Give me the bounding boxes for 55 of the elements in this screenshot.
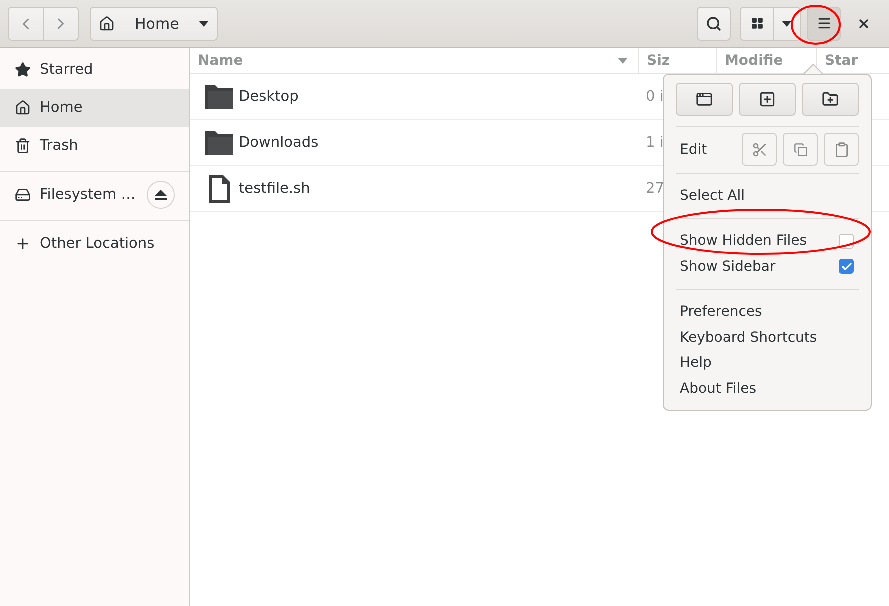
cut-button[interactable] xyxy=(742,133,777,166)
search-icon xyxy=(706,16,722,32)
annotation-ellipse xyxy=(790,4,842,46)
sidebar-item[interactable]: Filesystem … xyxy=(0,176,189,214)
edit-label: Edit xyxy=(679,142,708,158)
check-icon xyxy=(840,260,852,273)
trash-icon xyxy=(15,138,31,154)
file-name: Downloads xyxy=(239,134,319,150)
copy-icon xyxy=(794,142,808,157)
sidebar-item[interactable]: Starred xyxy=(0,51,189,89)
new-window-button[interactable] xyxy=(676,83,733,116)
caret-icon xyxy=(782,20,792,26)
eject-button[interactable] xyxy=(147,181,175,209)
file-name: Desktop xyxy=(239,88,299,104)
menu-item[interactable]: Help xyxy=(676,350,859,376)
copy-button[interactable] xyxy=(783,133,818,166)
star-icon xyxy=(15,62,31,78)
eject-icon xyxy=(155,190,167,200)
clipboard-icon xyxy=(834,142,850,158)
menu-icon xyxy=(816,16,832,31)
size-cell: 1 i xyxy=(646,134,664,150)
view-options-button[interactable] xyxy=(774,6,801,40)
menu-item[interactable]: Keyboard Shortcuts xyxy=(676,324,859,350)
menu-item[interactable]: About Files xyxy=(676,376,859,402)
menu-button[interactable] xyxy=(807,6,841,40)
menu-item[interactable]: Preferences xyxy=(676,298,859,325)
sidebar-item[interactable]: Other Locations xyxy=(0,225,189,263)
file-name: testfile.sh xyxy=(239,180,310,196)
new-folder-button[interactable] xyxy=(802,83,859,116)
caret-icon xyxy=(199,20,210,26)
path-button[interactable]: Home xyxy=(90,6,218,40)
close-icon xyxy=(857,16,871,30)
home-icon xyxy=(99,16,115,32)
plus-icon xyxy=(15,236,31,252)
search-button[interactable] xyxy=(697,6,731,40)
sort-caret-icon xyxy=(618,58,628,64)
scissors-icon xyxy=(752,142,768,158)
add-icon xyxy=(759,91,776,108)
folder-plus-icon xyxy=(822,91,839,108)
checkbox[interactable] xyxy=(839,259,854,274)
new-tab-button[interactable] xyxy=(739,83,796,116)
menu-item[interactable]: Select All xyxy=(676,184,859,210)
home-icon xyxy=(15,100,31,116)
drive-icon xyxy=(15,187,31,203)
paste-button[interactable] xyxy=(824,133,859,166)
folder-icon xyxy=(203,82,235,110)
view-button[interactable] xyxy=(740,6,774,40)
size-cell: 0 i xyxy=(646,88,664,104)
window-icon xyxy=(696,91,713,108)
sidebar-item[interactable]: Home xyxy=(0,89,189,127)
size-cell: 27 xyxy=(646,180,664,196)
sidebar-item[interactable]: Trash xyxy=(0,127,189,165)
menu-check-item[interactable]: Show Sidebar xyxy=(676,254,859,280)
grid-icon xyxy=(750,17,764,30)
folder-icon xyxy=(203,128,235,156)
